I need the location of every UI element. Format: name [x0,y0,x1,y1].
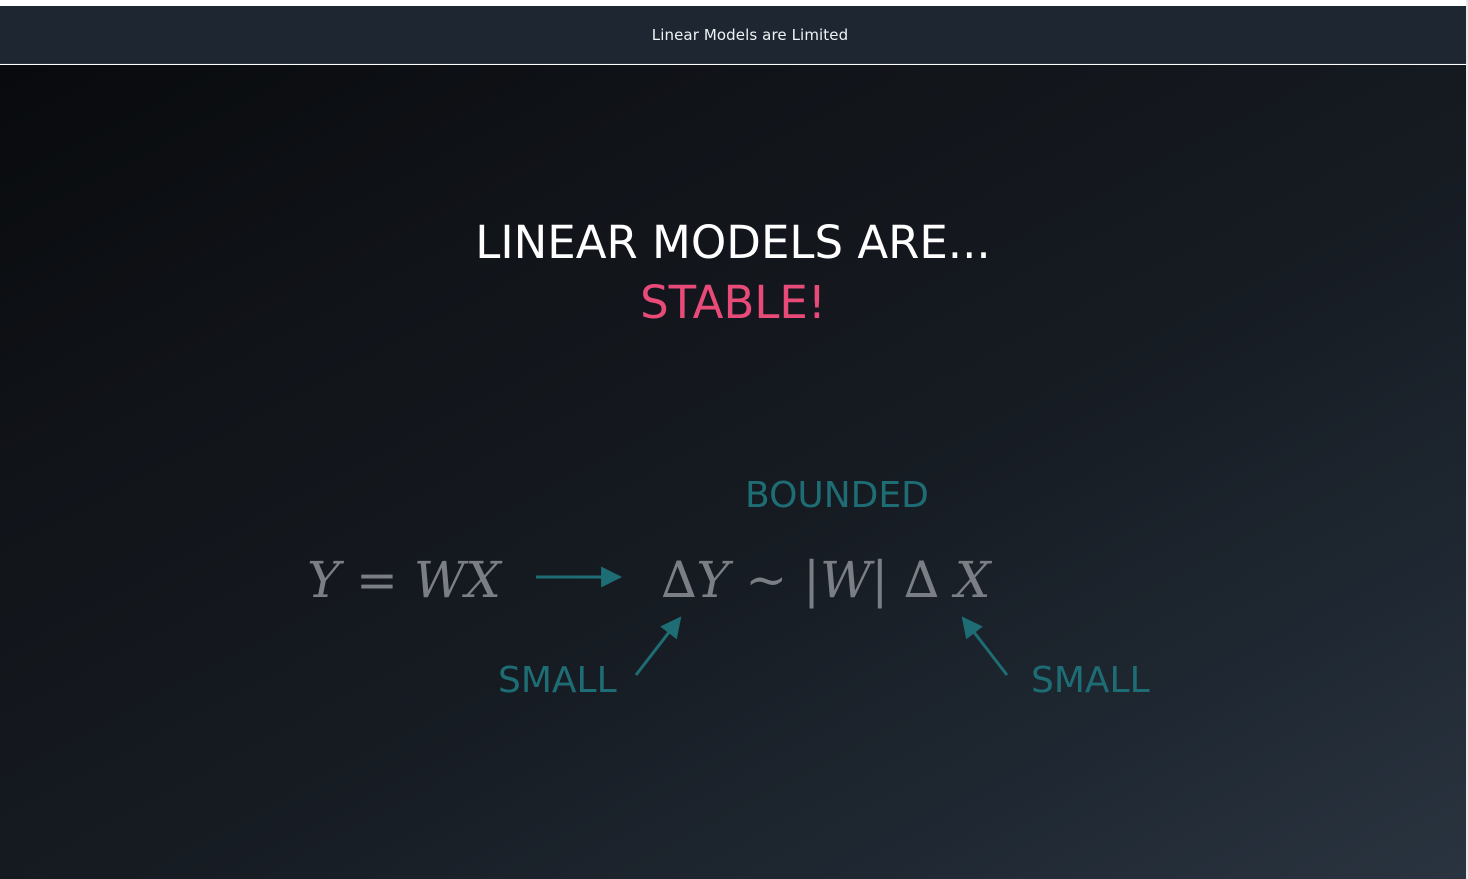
label-small-right: SMALL [1031,660,1150,701]
label-small-left: SMALL [498,660,617,701]
equation-right: ∆Y ~ |W| ∆ X [662,551,993,609]
video-slide[interactable]: LINEAR MODELS ARE... STABLE! Y = WX ∆Y ~… [0,65,1466,879]
arrow-small-right [961,616,1009,676]
equation-diagram: Y = WX ∆Y ~ |W| ∆ X [307,551,1009,676]
equation-left: Y = WX [307,551,503,609]
arrow-small-left [634,616,682,676]
window-title: Linear Models are Limited [651,25,849,44]
title-bar: Linear Models are Limited [0,6,1466,64]
app-window: Linear Models are Limited LINEAR MODELS … [0,0,1468,879]
label-bounded: BOUNDED [745,475,929,516]
